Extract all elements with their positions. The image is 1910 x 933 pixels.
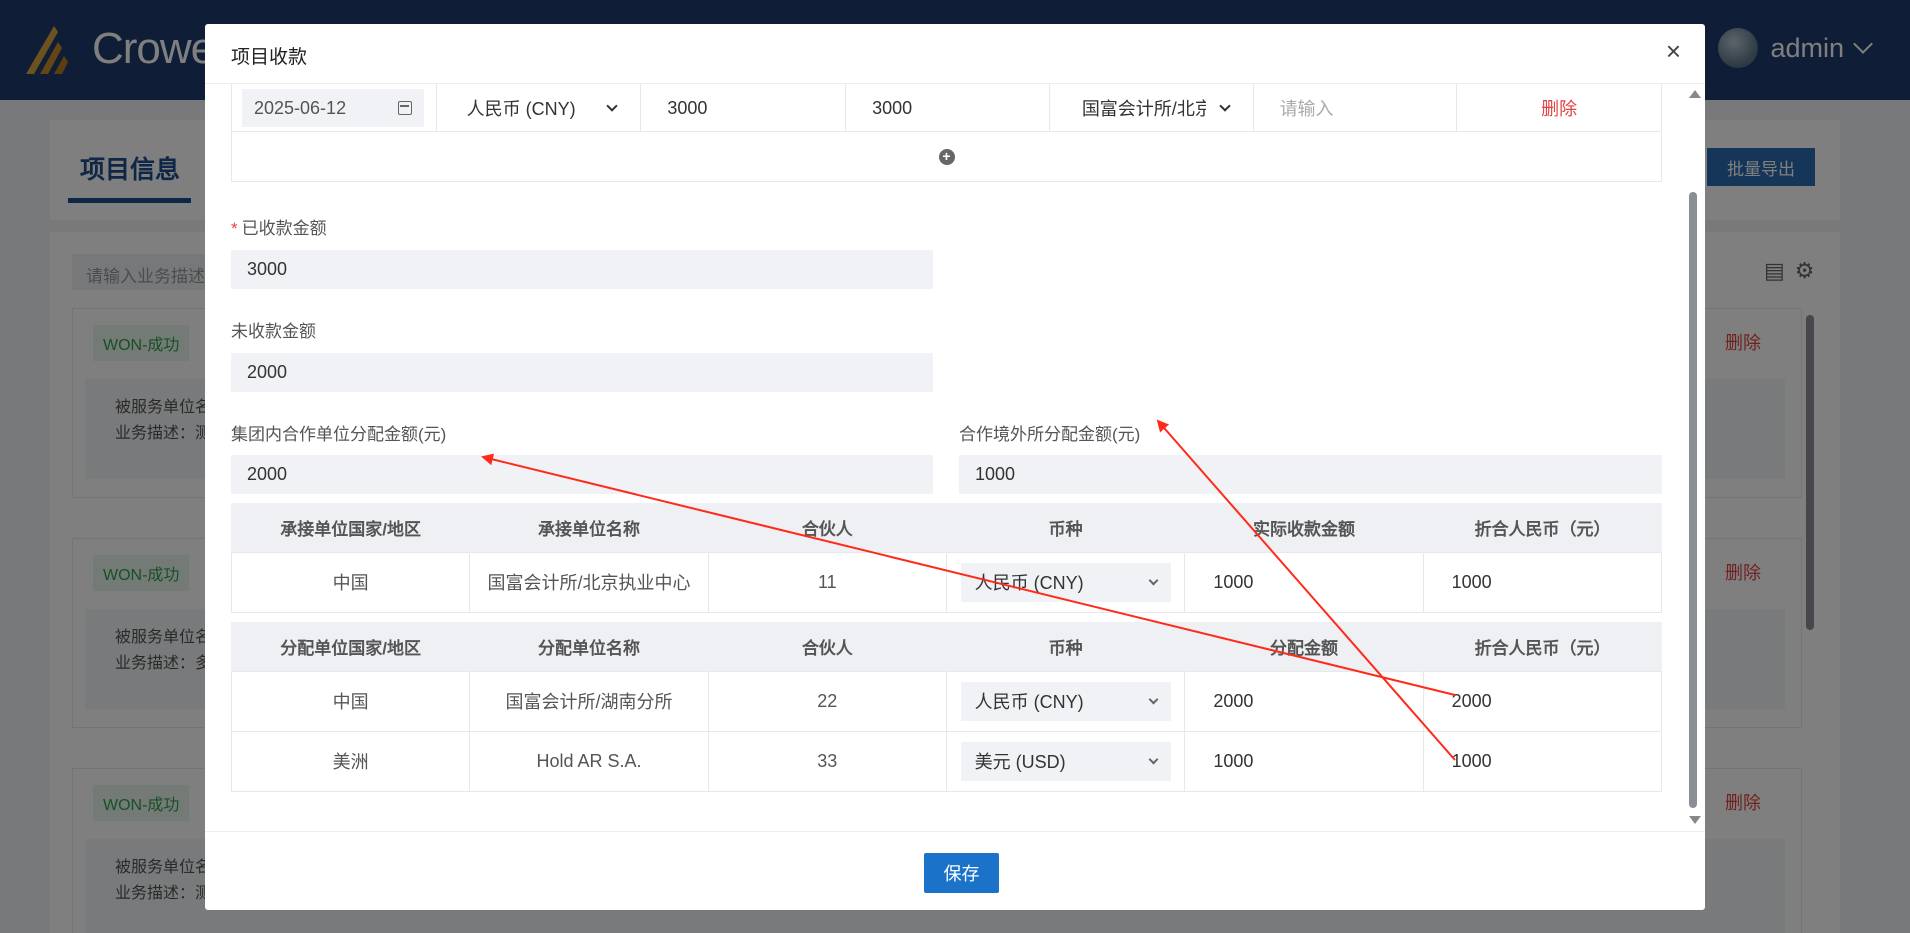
country-cell: 中国 — [230, 670, 471, 732]
dialog-header: 项目收款 × — [205, 24, 1705, 84]
allocation-table: 分配单位国家/地区 分配单位名称 合伙人 币种 分配金额 折合人民币（元） 中国… — [230, 622, 1663, 792]
column-header: 实际收款金额 — [1184, 503, 1424, 552]
column-header: 折合人民币（元） — [1422, 503, 1662, 552]
add-installment-row[interactable]: + — [231, 132, 1662, 182]
currency-value: 人民币 (CNY) — [974, 692, 1084, 712]
currency-select[interactable]: 人民币 (CNY) — [960, 562, 1171, 602]
currency-value: 人民币 (CNY) — [974, 573, 1084, 593]
unit-name-cell: 国富会计所/湖南分所 — [469, 670, 709, 732]
column-header: 币种 — [945, 622, 1185, 671]
payment-dialog: 项目收款 × 2025-06-12 人民币 (CNY) 3000 3000 国富… — [205, 24, 1705, 910]
column-header: 币种 — [945, 503, 1185, 552]
cny-amount-input[interactable]: 2000 — [1422, 670, 1663, 732]
table-row: 中国 国富会计所/北京执业中心 11 人民币 (CNY) 1000 1000 — [230, 551, 1663, 613]
received-label-text: 已收款金额 — [241, 219, 327, 238]
country-cell: 美洲 — [230, 730, 471, 792]
add-circle-icon[interactable]: + — [938, 148, 955, 165]
table-header-row: 分配单位国家/地区 分配单位名称 合伙人 币种 分配金额 折合人民币（元） — [230, 622, 1662, 671]
column-header: 合伙人 — [707, 622, 947, 671]
date-picker[interactable]: 2025-06-12 — [242, 89, 424, 127]
column-header: 合伙人 — [707, 503, 947, 552]
table-header-row: 承接单位国家/地区 承接单位名称 合伙人 币种 实际收款金额 折合人民币（元） — [230, 503, 1662, 552]
column-header: 承接单位国家/地区 — [230, 503, 470, 552]
receiver-table: 承接单位国家/地区 承接单位名称 合伙人 币种 实际收款金额 折合人民币（元） … — [230, 503, 1663, 613]
alloc-amount-input[interactable]: 2000 — [1184, 670, 1424, 732]
partner-cell: 11 — [707, 551, 947, 613]
table-row: 美洲 Hold AR S.A. 33 美元 (USD) 1000 1000 — [230, 730, 1663, 792]
column-header: 承接单位名称 — [469, 503, 709, 552]
cny-amount-input[interactable]: 1000 — [1422, 730, 1663, 792]
currency-value: 人民币 (CNY) — [466, 99, 576, 119]
chevron-down-icon — [606, 100, 619, 112]
country-cell: 中国 — [230, 551, 471, 613]
column-header: 分配金额 — [1184, 622, 1424, 671]
amount-cny-input[interactable]: 3000 — [846, 84, 1050, 132]
amount-input[interactable]: 3000 — [641, 84, 847, 132]
group-alloc-label: 集团内合作单位分配金额(元) — [231, 425, 447, 444]
dialog-body: 2025-06-12 人民币 (CNY) 3000 3000 国富会计所/北京 … — [205, 84, 1705, 831]
unit-select[interactable]: 国富会计所/北京 — [1050, 84, 1254, 132]
received-label: * 已收款金额 — [231, 214, 327, 239]
chevron-down-icon — [1148, 754, 1159, 764]
date-value: 2025-06-12 — [254, 97, 347, 118]
chevron-down-icon — [1148, 694, 1159, 704]
calendar-icon — [398, 101, 412, 115]
foreign-alloc-label: 合作境外所分配金额(元) — [959, 425, 1141, 444]
cny-amount-input[interactable]: 1000 — [1422, 551, 1663, 613]
currency-cell: 人民币 (CNY) — [945, 670, 1186, 732]
group-alloc-field[interactable]: 2000 — [231, 455, 933, 494]
currency-select[interactable]: 美元 (USD) — [960, 741, 1171, 781]
scrollbar-thumb[interactable] — [1689, 192, 1697, 808]
chevron-down-icon — [1148, 575, 1159, 585]
scroll-up-arrow-icon[interactable] — [1689, 90, 1701, 98]
alloc-amount-input[interactable]: 1000 — [1184, 730, 1424, 792]
currency-cell: 人民币 (CNY) — [945, 551, 1186, 613]
currency-cell: 美元 (USD) — [945, 730, 1186, 792]
scroll-down-arrow-icon[interactable] — [1689, 816, 1701, 824]
partner-cell: 33 — [707, 730, 947, 792]
chevron-down-icon — [1218, 100, 1231, 112]
dialog-footer: 保存 — [205, 831, 1705, 910]
installment-row: 2025-06-12 人民币 (CNY) 3000 3000 国富会计所/北京 … — [231, 84, 1662, 132]
close-icon[interactable]: × — [1666, 38, 1681, 64]
unit-name-cell: Hold AR S.A. — [469, 730, 709, 792]
delete-installment-link[interactable]: 删除 — [1457, 84, 1661, 132]
received-amount-field[interactable]: 3000 — [231, 250, 933, 289]
column-header: 分配单位国家/地区 — [230, 622, 470, 671]
partner-cell: 22 — [707, 670, 947, 732]
column-header: 折合人民币（元） — [1422, 622, 1662, 671]
unit-name-cell: 国富会计所/北京执业中心 — [469, 551, 709, 613]
remark-input[interactable]: 请输入 — [1254, 84, 1458, 132]
date-cell: 2025-06-12 — [232, 84, 437, 132]
table-row: 中国 国富会计所/湖南分所 22 人民币 (CNY) 2000 2000 — [230, 670, 1663, 732]
save-button[interactable]: 保存 — [924, 853, 999, 893]
unreceived-label: 未收款金额 — [231, 322, 316, 341]
dialog-scrollbar[interactable] — [1687, 84, 1701, 831]
currency-select[interactable]: 人民币 (CNY) — [437, 84, 642, 132]
column-header: 分配单位名称 — [469, 622, 709, 671]
dialog-title: 项目收款 — [231, 47, 308, 68]
required-mark: * — [231, 219, 238, 238]
unreceived-amount-field[interactable]: 2000 — [231, 353, 933, 392]
actual-amount-input[interactable]: 1000 — [1184, 551, 1424, 613]
foreign-alloc-field[interactable]: 1000 — [959, 455, 1662, 494]
unit-value: 国富会计所/北京 — [1081, 99, 1206, 119]
currency-select[interactable]: 人民币 (CNY) — [960, 681, 1171, 721]
currency-value: 美元 (USD) — [974, 752, 1066, 772]
